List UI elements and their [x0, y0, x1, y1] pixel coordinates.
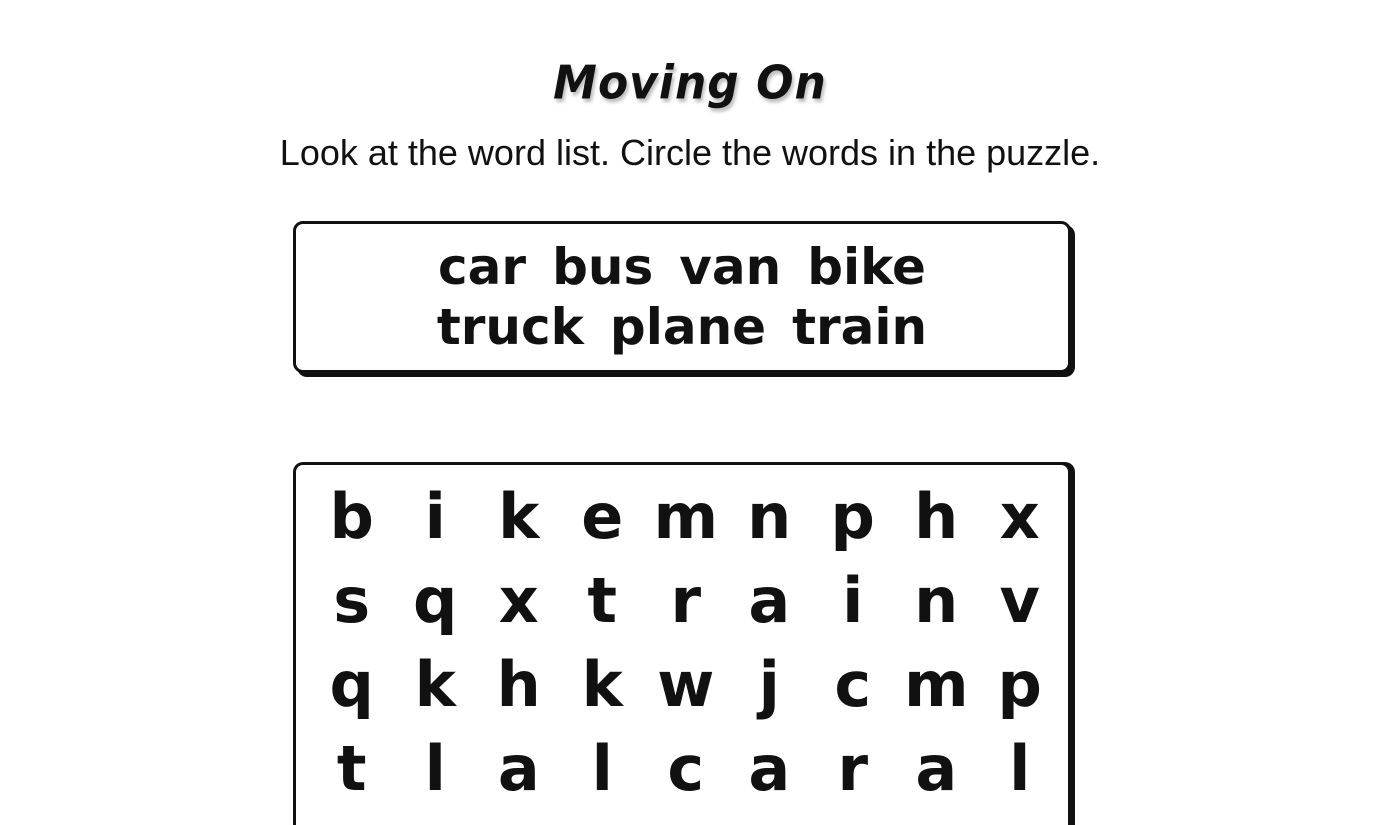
letter-cell[interactable]: t	[310, 727, 394, 811]
letter-cell[interactable]: v	[978, 559, 1062, 643]
letter-cell[interactable]: h	[895, 475, 979, 559]
letter-cell[interactable]: l	[394, 727, 478, 811]
letter-cell[interactable]: r	[644, 559, 728, 643]
letter-cell[interactable]: a	[895, 727, 979, 811]
letter-cell[interactable]: k	[561, 643, 645, 727]
letter-cell[interactable]: l	[561, 727, 645, 811]
letter-cell[interactable]: i	[394, 475, 478, 559]
letter-cell[interactable]: n	[728, 475, 812, 559]
worksheet-title: Moving On	[553, 56, 827, 111]
letter-cell[interactable]: p	[978, 643, 1062, 727]
word-list-line-2: truck plane train	[437, 297, 927, 357]
letter-cell[interactable]: s	[310, 559, 394, 643]
letter-cell[interactable]: p	[811, 475, 895, 559]
word-search-puzzle: bikemnphxsqxtrainvqkhkwjcmptlalcaral	[293, 462, 1071, 825]
letter-cell[interactable]: a	[728, 559, 812, 643]
letter-cell[interactable]: r	[811, 727, 895, 811]
letter-cell[interactable]: l	[978, 727, 1062, 811]
letter-cell[interactable]: k	[477, 475, 561, 559]
word-item: train	[792, 298, 928, 356]
word-item: plane	[609, 298, 767, 356]
word-list-line-1: car bus van bike	[438, 237, 926, 297]
letter-cell[interactable]: h	[477, 643, 561, 727]
letter-grid: bikemnphxsqxtrainvqkhkwjcmptlalcaral	[310, 475, 1062, 811]
letter-cell[interactable]: q	[310, 643, 394, 727]
letter-cell[interactable]: b	[310, 475, 394, 559]
word-item: truck	[436, 298, 584, 356]
word-item: bus	[552, 238, 654, 296]
word-item: van	[679, 238, 782, 296]
letter-cell[interactable]: a	[728, 727, 812, 811]
word-list-box: car bus van bike truck plane train	[293, 221, 1071, 373]
letter-cell[interactable]: k	[394, 643, 478, 727]
letter-cell[interactable]: m	[895, 643, 979, 727]
letter-cell[interactable]: a	[477, 727, 561, 811]
letter-cell[interactable]: m	[644, 475, 728, 559]
letter-cell[interactable]: j	[728, 643, 812, 727]
letter-cell[interactable]: c	[644, 727, 728, 811]
letter-cell[interactable]: x	[477, 559, 561, 643]
letter-cell[interactable]: t	[561, 559, 645, 643]
instructions: Look at the word list. Circle the words …	[279, 132, 1101, 173]
letter-cell[interactable]: i	[811, 559, 895, 643]
letter-cell[interactable]: q	[394, 559, 478, 643]
letter-cell[interactable]: e	[561, 475, 645, 559]
word-item: car	[438, 238, 527, 296]
letter-cell[interactable]: x	[978, 475, 1062, 559]
letter-cell[interactable]: c	[811, 643, 895, 727]
word-item: bike	[807, 238, 926, 296]
letter-cell[interactable]: n	[895, 559, 979, 643]
letter-cell[interactable]: w	[644, 643, 728, 727]
